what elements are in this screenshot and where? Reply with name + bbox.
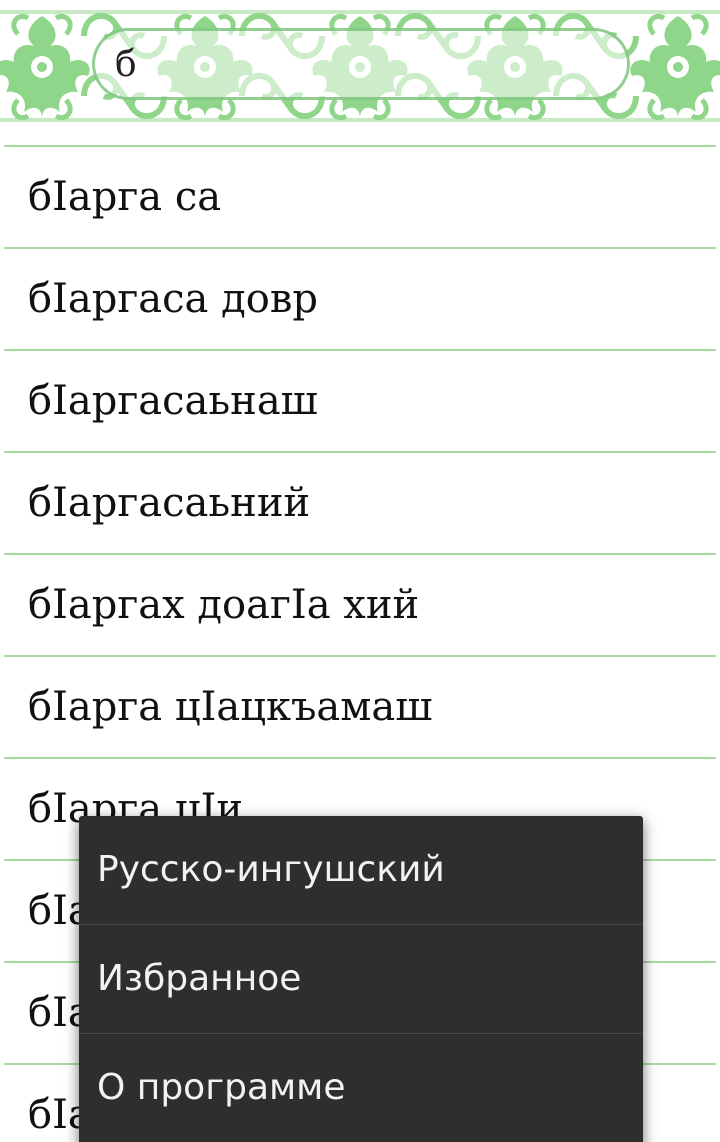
search-box[interactable]: [92, 28, 630, 100]
menu-item-about[interactable]: О программе: [79, 1034, 643, 1142]
menu-item-russian-ingush[interactable]: Русско-ингушский: [79, 816, 643, 924]
search-input[interactable]: [115, 31, 605, 97]
list-item[interactable]: бIаргаса довр: [0, 249, 720, 349]
menu-item-favorites[interactable]: Избранное: [79, 925, 643, 1033]
list-item[interactable]: бIаргасаьнаш: [0, 351, 720, 451]
list-item[interactable]: бIарга цIацкъамаш: [0, 657, 720, 757]
list-item[interactable]: бIаргасаьний: [0, 453, 720, 553]
overflow-menu: Русско-ингушский Избранное О программе: [79, 816, 643, 1142]
list-item[interactable]: бIарга са: [0, 147, 720, 247]
header-banner: [0, 0, 720, 145]
list-item[interactable]: бIаргах доагIа хий: [0, 555, 720, 655]
